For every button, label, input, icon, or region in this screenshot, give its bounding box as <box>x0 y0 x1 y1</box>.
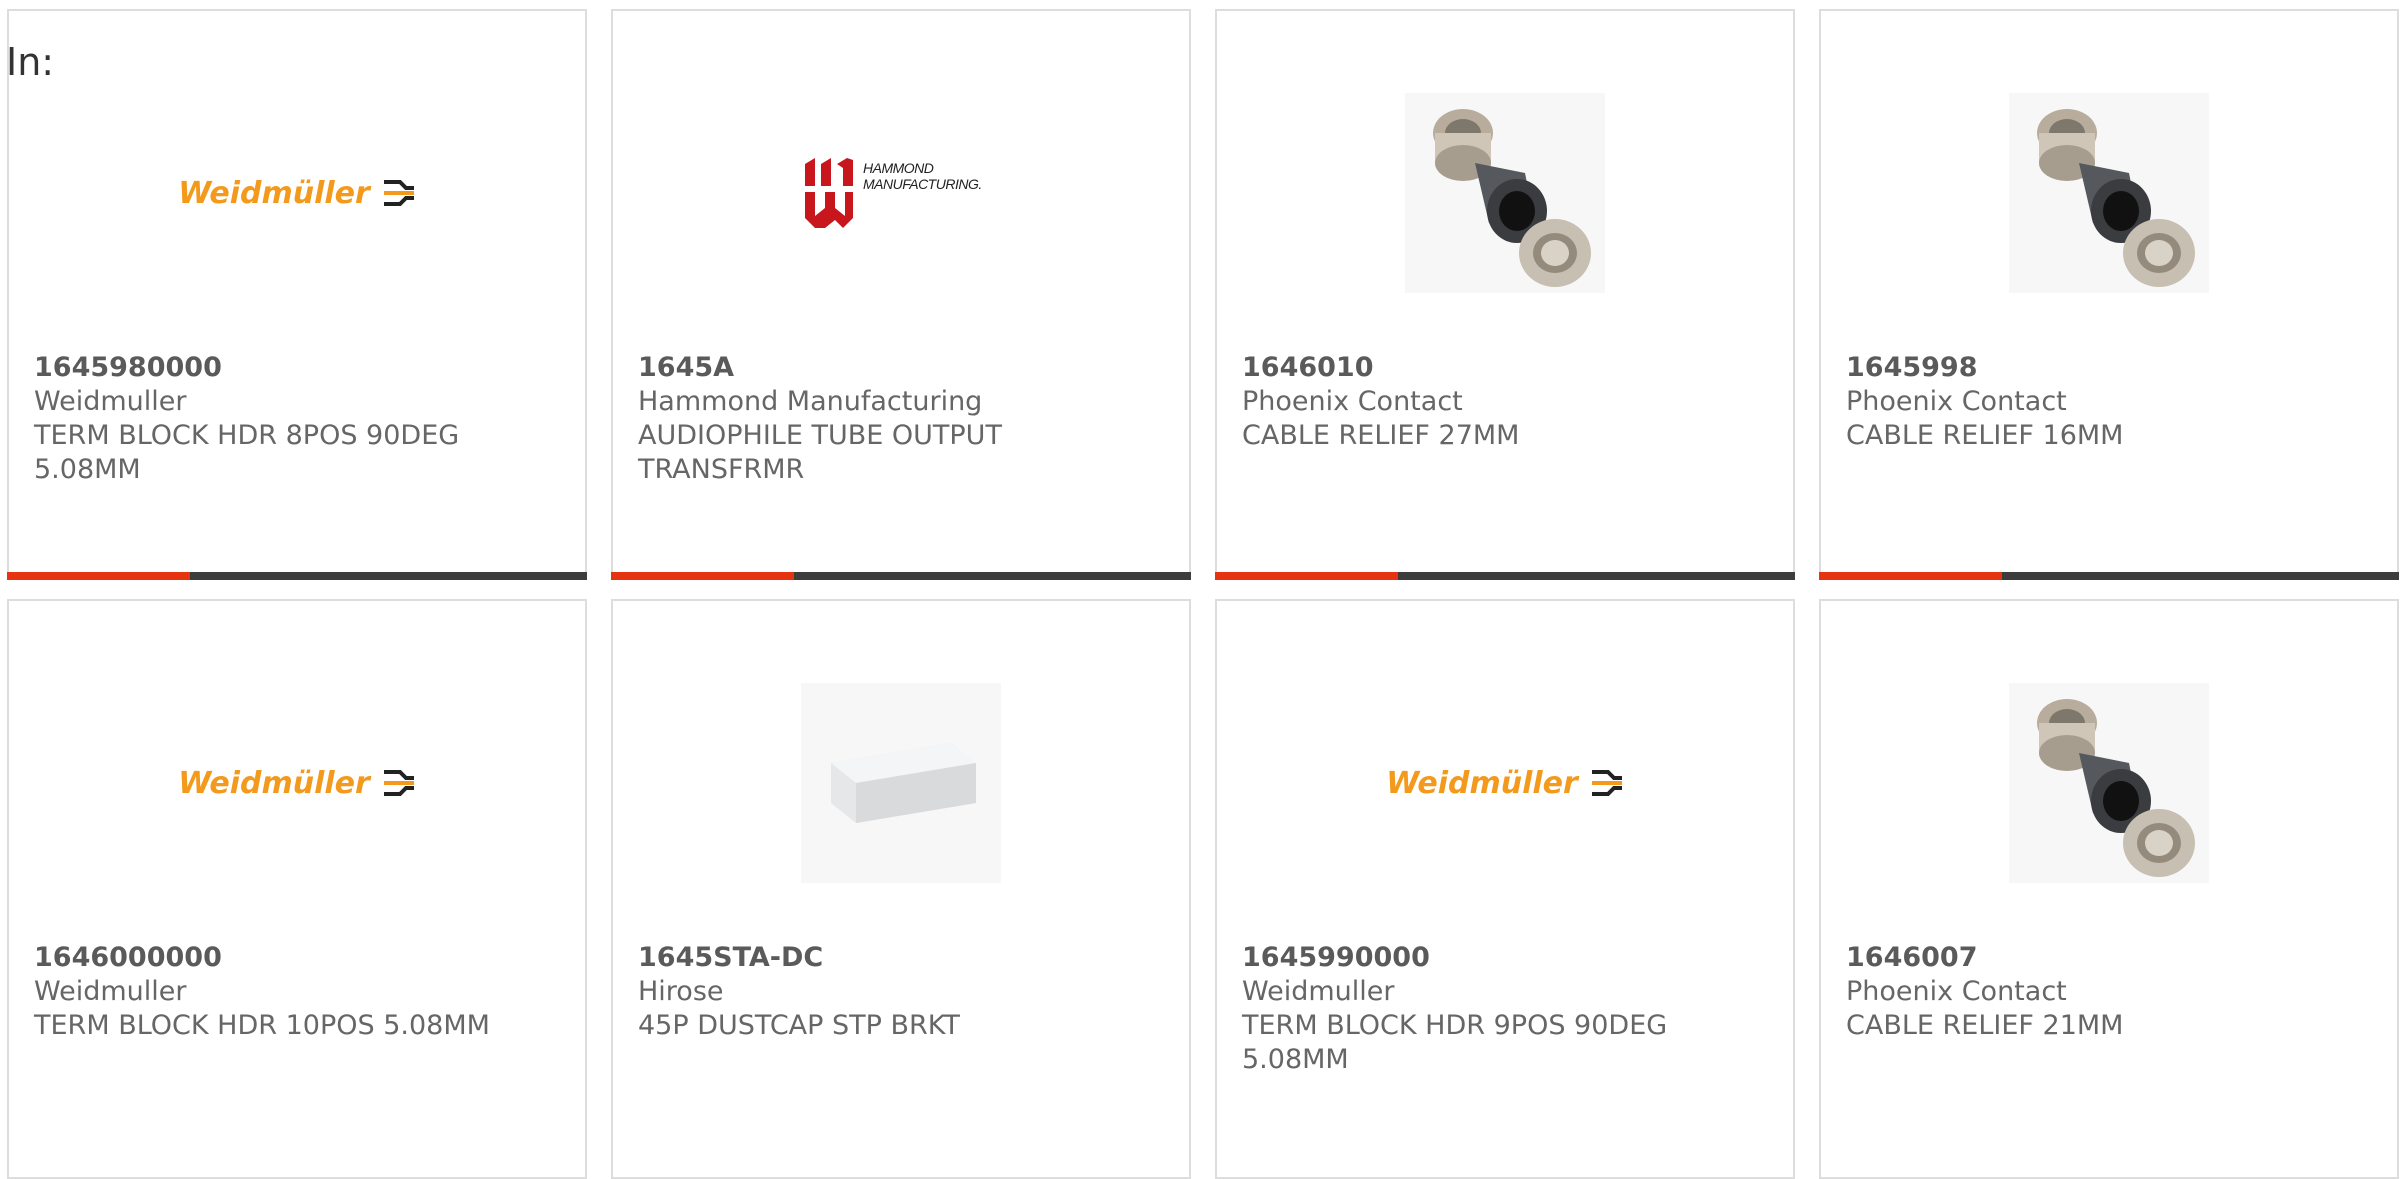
dustcap-photo <box>613 673 1189 893</box>
weidmuller-logo-text: Weidmüller <box>1386 765 1578 801</box>
weidmuller-logo: Weidmüller <box>9 83 585 303</box>
part-number[interactable]: 1646007 <box>1846 941 2377 975</box>
description: CABLE RELIEF 16MM <box>1846 420 2124 451</box>
weidmuller-symbol-icon <box>383 770 414 796</box>
weidmuller-logo-text: Weidmüller <box>178 765 370 801</box>
part-number[interactable]: 1646000000 <box>34 941 565 975</box>
product-card[interactable]: Weidmüller 1646000000 Weidmuller TERM BL… <box>7 599 587 1179</box>
part-number[interactable]: 1645A <box>638 351 1169 385</box>
description: CABLE RELIEF 21MM <box>1846 1010 2124 1041</box>
manufacturer: Weidmuller <box>34 976 187 1007</box>
manufacturer: Weidmuller <box>34 386 187 417</box>
part-number[interactable]: 1645998 <box>1846 351 2377 385</box>
weidmuller-logo: Weidmüller <box>9 673 585 893</box>
part-number[interactable]: 1645STA-DC <box>638 941 1169 975</box>
card-bottom-bar <box>611 572 1191 580</box>
manufacturer: Hirose <box>638 976 724 1007</box>
description: AUDIOPHILE TUBE OUTPUT TRANSFRMR <box>638 420 1002 485</box>
product-card[interactable]: 1645STA-DC Hirose 45P DUSTCAP STP BRKT <box>611 599 1191 1179</box>
part-number[interactable]: 1645990000 <box>1242 941 1773 975</box>
manufacturer: Phoenix Contact <box>1846 386 2067 417</box>
hammond-logo-text: HAMMOND MANUFACTURING. <box>863 160 982 192</box>
weidmuller-symbol-icon <box>383 180 414 206</box>
product-card[interactable]: Weidmüller 1645980000 Weidmuller TERM BL… <box>7 9 587 580</box>
cable-gland-photo <box>1821 83 2397 303</box>
card-bottom-bar <box>7 572 587 580</box>
hammond-logo: HAMMOND MANUFACTURING. <box>613 83 1189 303</box>
manufacturer: Weidmuller <box>1242 976 1395 1007</box>
description: 45P DUSTCAP STP BRKT <box>638 1010 960 1041</box>
hammond-logo-icon <box>805 158 853 228</box>
weidmuller-symbol-icon <box>1591 770 1622 796</box>
manufacturer: Phoenix Contact <box>1242 386 1463 417</box>
product-card[interactable]: 1646007 Phoenix Contact CABLE RELIEF 21M… <box>1819 599 2399 1179</box>
part-number[interactable]: 1646010 <box>1242 351 1773 385</box>
weidmuller-logo-text: Weidmüller <box>178 175 370 211</box>
product-card[interactable]: 1645998 Phoenix Contact CABLE RELIEF 16M… <box>1819 9 2399 580</box>
cable-gland-photo <box>1217 83 1793 303</box>
cable-gland-photo <box>1821 673 2397 893</box>
card-bottom-bar <box>1215 572 1795 580</box>
part-number[interactable]: 1645980000 <box>34 351 565 385</box>
description: TERM BLOCK HDR 9POS 90DEG 5.08MM <box>1242 1010 1668 1075</box>
manufacturer: Hammond Manufacturing <box>638 386 983 417</box>
description: CABLE RELIEF 27MM <box>1242 420 1520 451</box>
card-bottom-bar <box>1819 572 2399 580</box>
description: TERM BLOCK HDR 8POS 90DEG 5.08MM <box>34 420 460 485</box>
product-card[interactable]: 1646010 Phoenix Contact CABLE RELIEF 27M… <box>1215 9 1795 580</box>
filter-label: In: <box>6 40 55 84</box>
product-card[interactable]: Weidmüller 1645990000 Weidmuller TERM BL… <box>1215 599 1795 1179</box>
manufacturer: Phoenix Contact <box>1846 976 2067 1007</box>
product-card[interactable]: HAMMOND MANUFACTURING. 1645A Hammond Man… <box>611 9 1191 580</box>
description: TERM BLOCK HDR 10POS 5.08MM <box>34 1010 490 1041</box>
weidmuller-logo: Weidmüller <box>1217 673 1793 893</box>
